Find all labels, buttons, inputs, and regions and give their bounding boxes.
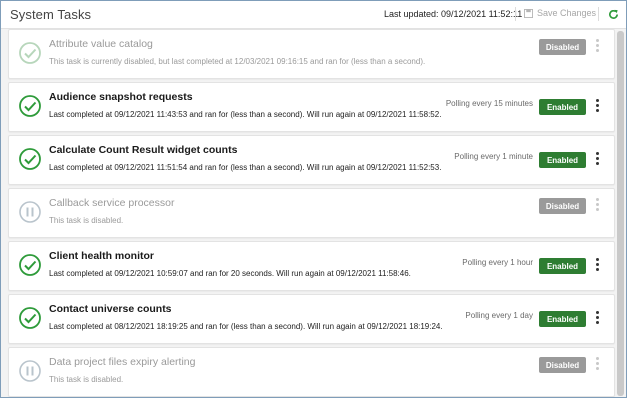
task-name: Callback service processor bbox=[49, 197, 175, 209]
save-changes-button[interactable]: Save Changes bbox=[524, 8, 596, 18]
more-options-icon[interactable] bbox=[594, 39, 602, 53]
task-state-toggle[interactable]: Enabled bbox=[539, 311, 586, 327]
task-card: Audience snapshot requests Last completed… bbox=[8, 82, 615, 132]
check-circle-icon bbox=[19, 95, 41, 117]
task-card: Contact universe counts Last completed at… bbox=[8, 294, 615, 344]
task-description: Last completed at 08/12/2021 18:19:25 an… bbox=[49, 322, 443, 331]
task-state-toggle[interactable]: Disabled bbox=[539, 357, 586, 373]
task-name: Audience snapshot requests bbox=[49, 91, 193, 103]
task-name: Client health monitor bbox=[49, 250, 154, 262]
task-description: Last completed at 09/12/2021 11:51:54 an… bbox=[49, 163, 442, 172]
more-options-icon[interactable] bbox=[594, 258, 602, 272]
panel-header: System Tasks Last updated: 09/12/2021 11… bbox=[1, 1, 626, 29]
check-circle-icon bbox=[19, 148, 41, 170]
task-description: Last completed at 09/12/2021 10:59:07 an… bbox=[49, 269, 411, 278]
more-options-icon[interactable] bbox=[594, 357, 602, 371]
pause-circle-icon bbox=[19, 201, 41, 223]
header-divider bbox=[598, 7, 599, 21]
task-name: Calculate Count Result widget counts bbox=[49, 144, 238, 156]
task-description: Last completed at 09/12/2021 11:43:53 an… bbox=[49, 110, 442, 119]
more-options-icon[interactable] bbox=[594, 152, 602, 166]
system-tasks-panel: System Tasks Last updated: 09/12/2021 11… bbox=[0, 0, 627, 398]
refresh-icon[interactable] bbox=[608, 9, 619, 20]
task-state-toggle[interactable]: Enabled bbox=[539, 152, 586, 168]
task-description: This task is disabled. bbox=[49, 375, 124, 384]
check-circle-icon bbox=[19, 42, 41, 64]
save-icon bbox=[524, 8, 533, 18]
task-card: Callback service processor This task is d… bbox=[8, 188, 615, 238]
task-state-toggle[interactable]: Disabled bbox=[539, 39, 586, 55]
task-name: Data project files expiry alerting bbox=[49, 356, 196, 368]
task-card: Data project files expiry alerting This t… bbox=[8, 347, 615, 397]
page-title: System Tasks bbox=[10, 7, 92, 22]
header-divider bbox=[515, 7, 516, 21]
more-options-icon[interactable] bbox=[594, 99, 602, 113]
more-options-icon[interactable] bbox=[594, 311, 602, 325]
save-changes-label: Save Changes bbox=[537, 8, 597, 18]
task-state-toggle[interactable]: Enabled bbox=[539, 258, 586, 274]
more-options-icon[interactable] bbox=[594, 198, 602, 212]
task-card: Calculate Count Result widget counts Last… bbox=[8, 135, 615, 185]
scrollbar-thumb[interactable] bbox=[617, 31, 624, 396]
task-card: Client health monitor Last completed at 0… bbox=[8, 241, 615, 291]
pause-circle-icon bbox=[19, 360, 41, 382]
check-circle-icon bbox=[19, 307, 41, 329]
polling-interval: Polling every 15 minutes bbox=[445, 99, 533, 108]
task-name: Contact universe counts bbox=[49, 303, 172, 315]
polling-interval: Polling every 1 day bbox=[465, 311, 533, 320]
task-name: Attribute value catalog bbox=[49, 38, 153, 50]
task-description: This task is currently disabled, but las… bbox=[49, 57, 426, 66]
task-description: This task is disabled. bbox=[49, 216, 124, 225]
last-updated-label: Last updated: 09/12/2021 11:52:11 bbox=[384, 9, 523, 19]
polling-interval: Polling every 1 hour bbox=[462, 258, 533, 267]
task-card: Attribute value catalog This task is curr… bbox=[8, 29, 615, 79]
task-state-toggle[interactable]: Disabled bbox=[539, 198, 586, 214]
task-state-toggle[interactable]: Enabled bbox=[539, 99, 586, 115]
check-circle-icon bbox=[19, 254, 41, 276]
polling-interval: Polling every 1 minute bbox=[454, 152, 533, 161]
